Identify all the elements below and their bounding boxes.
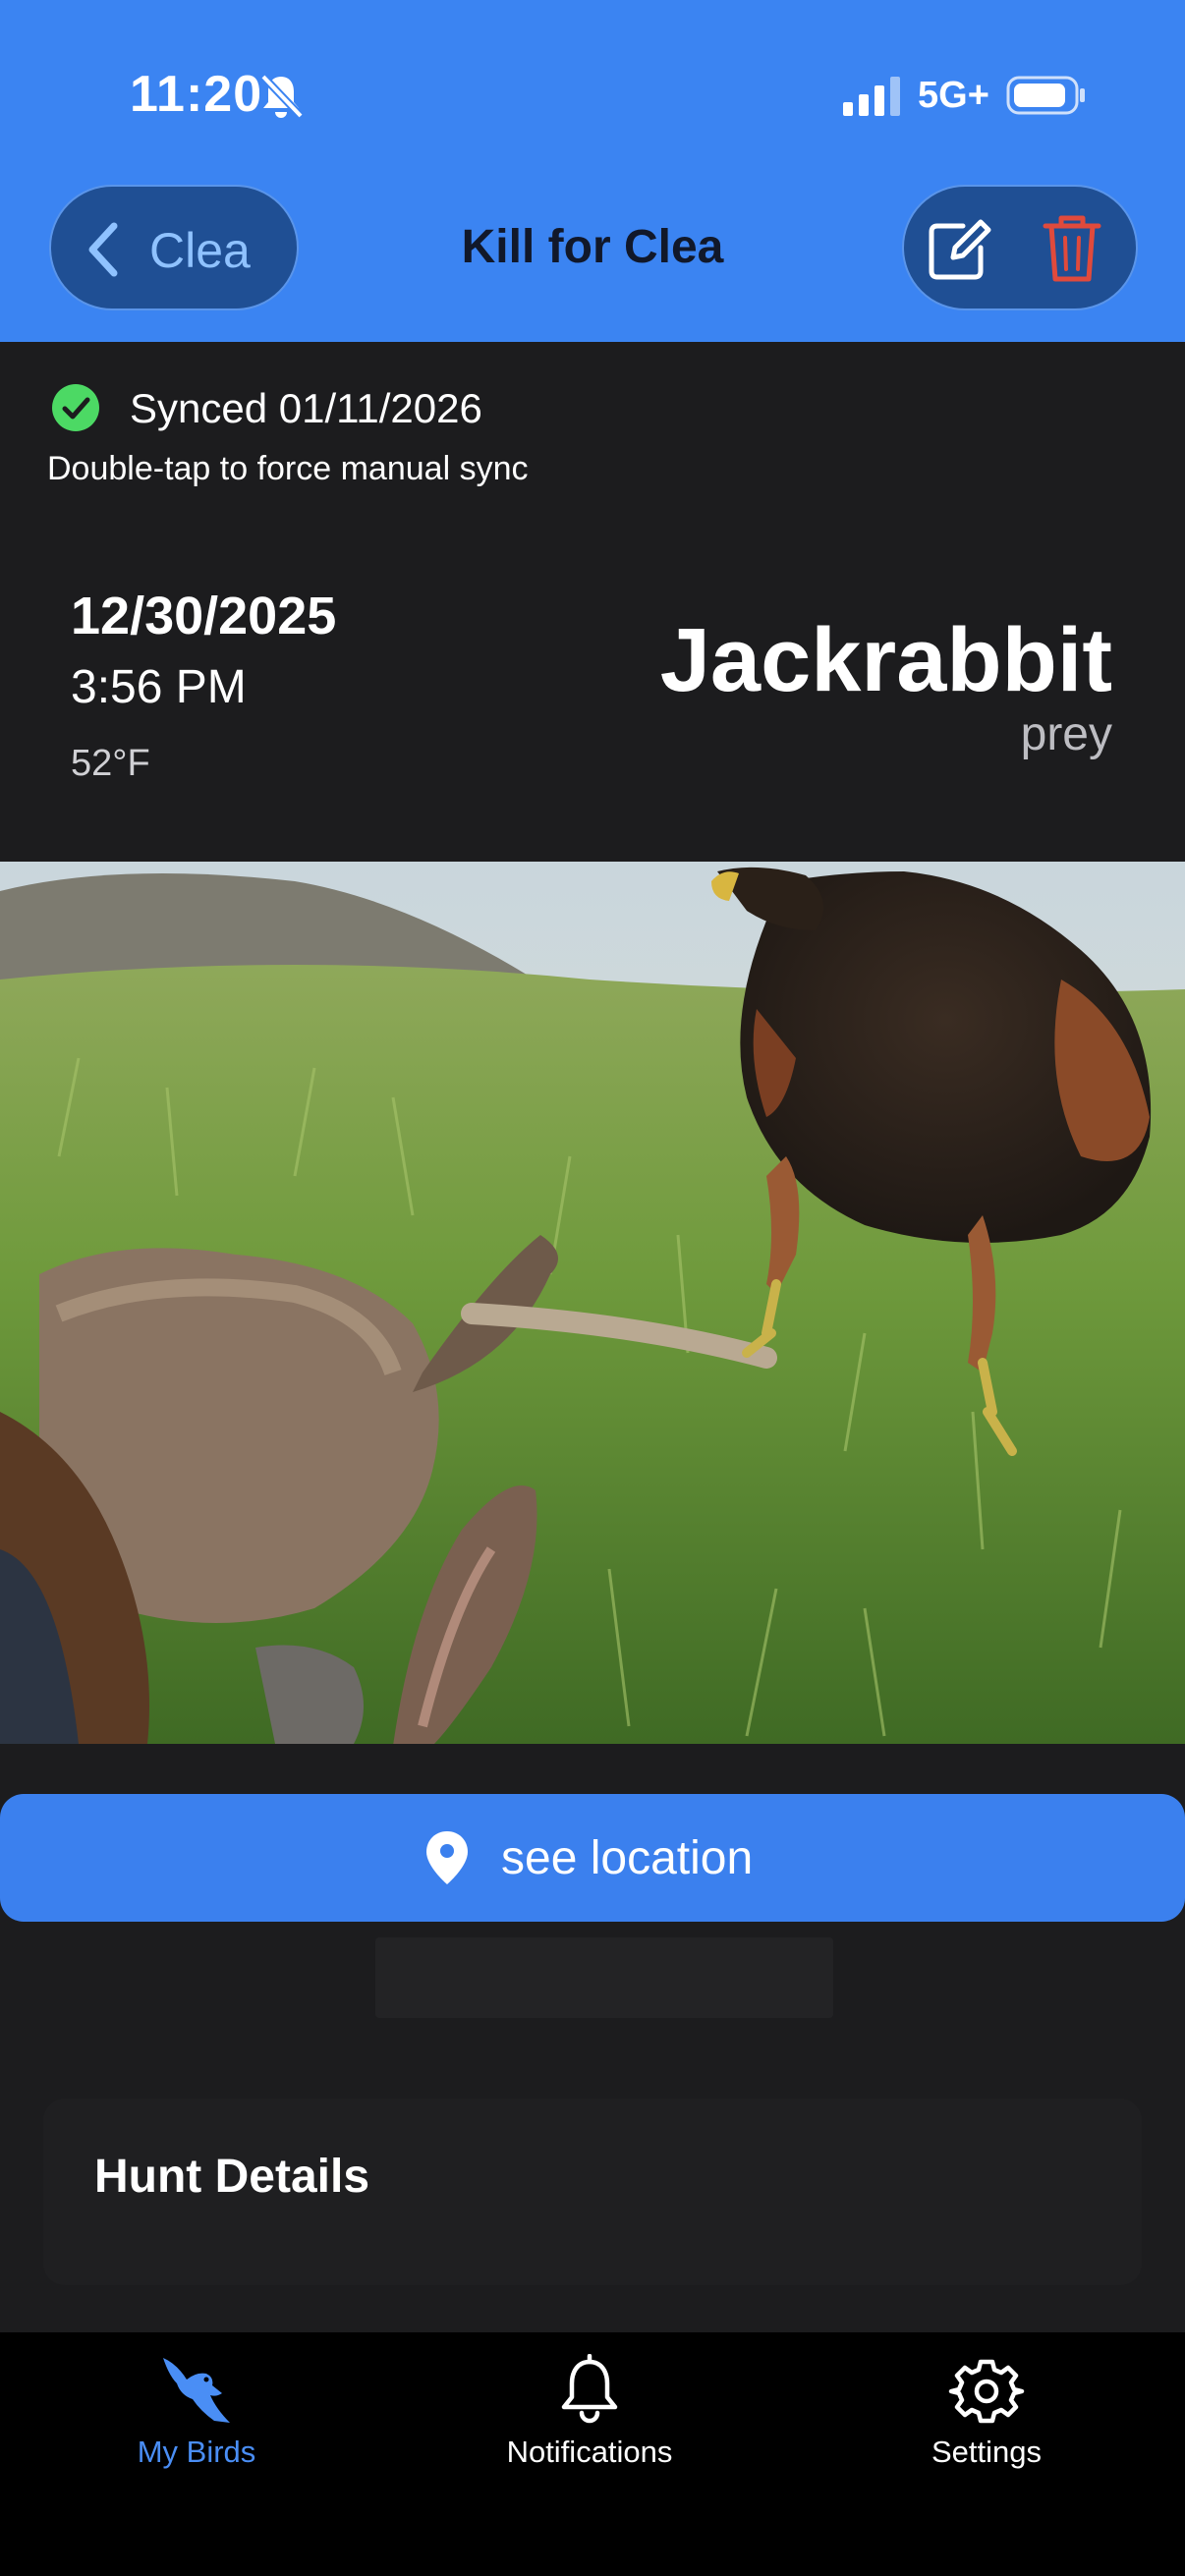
hunt-details-title: Hunt Details <box>94 2151 370 2203</box>
hawk-icon <box>163 2358 230 2423</box>
kill-time: 3:56 PM <box>71 661 247 713</box>
see-location-button[interactable]: see location <box>0 1794 1185 1922</box>
kill-date: 12/30/2025 <box>71 587 337 645</box>
tab-settings[interactable]: Settings <box>839 2354 1134 2472</box>
map-pin-icon <box>426 1831 468 1884</box>
sync-status-text: Synced 01/11/2026 <box>130 385 482 431</box>
status-bar: 11:20 5G+ <box>0 0 1185 147</box>
check-circle-icon <box>52 384 99 431</box>
status-time: 11:20 <box>130 66 263 123</box>
bell-slash-icon <box>260 74 304 119</box>
placeholder-block <box>375 1937 833 2018</box>
tab-label: My Birds <box>137 2435 256 2469</box>
tab-notifications[interactable]: Notifications <box>442 2354 737 2472</box>
kill-temperature: 52°F <box>71 743 150 784</box>
battery-icon <box>1006 76 1085 115</box>
sync-hint: Double-tap to force manual sync <box>47 450 529 487</box>
prey-name: Jackrabbit <box>659 610 1112 710</box>
gear-icon <box>948 2359 1025 2424</box>
tab-label: Settings <box>931 2435 1042 2469</box>
bell-icon <box>561 2354 618 2424</box>
signal-icon <box>843 77 900 116</box>
tab-bar: My Birds Notifications Settings <box>0 2332 1185 2576</box>
see-location-label: see location <box>501 1832 754 1884</box>
tab-my-birds[interactable]: My Birds <box>49 2354 344 2472</box>
hunt-details-card[interactable]: Hunt Details <box>43 2099 1142 2285</box>
trash-icon[interactable] <box>1030 208 1114 287</box>
prey-label: prey <box>1020 708 1112 760</box>
edit-icon[interactable] <box>918 208 1002 287</box>
kill-photo[interactable] <box>0 862 1185 1744</box>
nav-actions <box>902 185 1138 310</box>
header: 11:20 5G+ Clea Kill for Clea <box>0 0 1185 342</box>
network-type: 5G+ <box>918 75 989 116</box>
tab-label: Notifications <box>506 2435 673 2469</box>
